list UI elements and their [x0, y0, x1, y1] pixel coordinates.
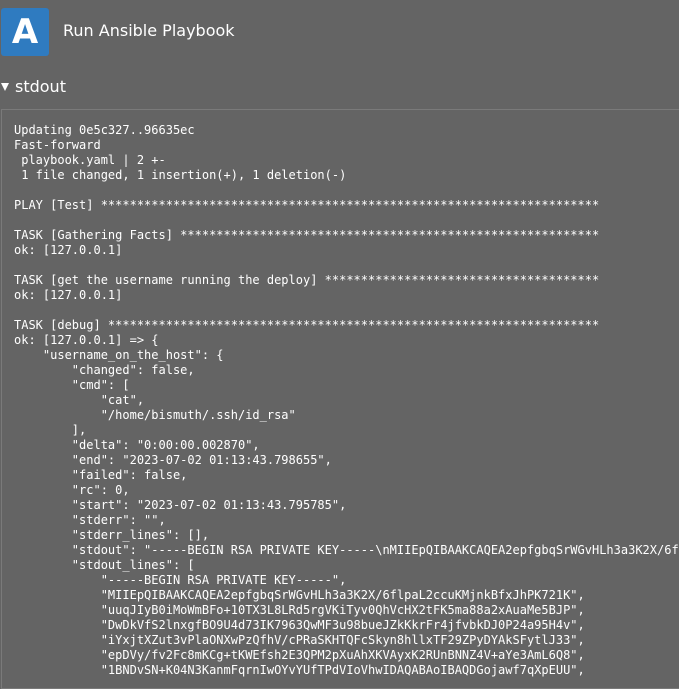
caret-down-icon: [1, 83, 9, 91]
stdout-line: "DwDkVfS2lnxgfBO9U4d73IK7963QwMF3u98bueJ…: [14, 618, 585, 632]
stdout-line: "changed": false,: [14, 363, 195, 377]
stdout-line: "delta": "0:00:00.002870",: [14, 438, 260, 452]
stdout-section-label: stdout: [15, 77, 66, 96]
stdout-line: Updating 0e5c327..96635ec: [14, 123, 195, 137]
stdout-line: "cat",: [14, 393, 145, 407]
stdout-line: Fast-forward: [14, 138, 101, 152]
stdout-line: "stderr": "",: [14, 513, 166, 527]
stdout-line: TASK [debug] ***************************…: [14, 318, 600, 332]
stdout-line: playbook.yaml | 2 +-: [14, 153, 166, 167]
stdout-line: TASK [get the username running the deplo…: [14, 273, 600, 287]
stdout-line: "rc": 0,: [14, 483, 130, 497]
stdout-line: "stdout": "-----BEGIN RSA PRIVATE KEY---…: [14, 543, 679, 557]
stdout-line: "iYxjtXZut3vPlaONXwPzQfhV/cPRaSKHTQFcSky…: [14, 633, 585, 647]
ansible-logo-icon: A: [1, 8, 49, 56]
stdout-line: "stdout_lines": [: [14, 558, 195, 572]
stdout-line: "end": "2023-07-02 01:13:43.798655",: [14, 453, 332, 467]
page-title: Run Ansible Playbook: [63, 21, 235, 40]
stdout-line: "1BNDvSN+K04N3KanmFqrnIwOYvYUfTPdVIoVhwI…: [14, 663, 585, 677]
stdout-output-panel[interactable]: Updating 0e5c327..96635ec Fast-forward p…: [1, 109, 679, 689]
stdout-line: "-----BEGIN RSA PRIVATE KEY-----",: [14, 573, 347, 587]
stdout-line: ],: [14, 423, 87, 437]
app-header: A Run Ansible Playbook: [0, 0, 679, 64]
stdout-line: "MIIEpQIBAAKCAQEA2epfgbqSrWGvHLh3a3K2X/6…: [14, 588, 585, 602]
stdout-line: 1 file changed, 1 insertion(+), 1 deleti…: [14, 168, 347, 182]
stdout-line: ok: [127.0.0.1] => {: [14, 333, 159, 347]
stdout-section-toggle[interactable]: stdout: [0, 76, 66, 98]
stdout-line: ok: [127.0.0.1]: [14, 288, 123, 302]
stdout-line: "uuqJIyB0iMoWmBFo+10TX3L8LRd5rgVKiTyv0Qh…: [14, 603, 585, 617]
stdout-line: PLAY [Test] ****************************…: [14, 198, 600, 212]
stdout-line: "cmd": [: [14, 378, 130, 392]
stdout-line: "username_on_the_host": {: [14, 348, 224, 362]
stdout-line: "stderr_lines": [],: [14, 528, 210, 542]
stdout-line: "/home/bismuth/.ssh/id_rsa": [14, 408, 296, 422]
stdout-line: TASK [Gathering Facts] *****************…: [14, 228, 600, 242]
stdout-text: Updating 0e5c327..96635ec Fast-forward p…: [14, 123, 679, 678]
stdout-line: "failed": false,: [14, 468, 188, 482]
stdout-line: ok: [127.0.0.1]: [14, 243, 123, 257]
stdout-line: "start": "2023-07-02 01:13:43.795785",: [14, 498, 347, 512]
stdout-line: "epDVy/fv2Fc8mKCg+tKWEfsh2E3QPM2pXuAhXKV…: [14, 648, 585, 662]
